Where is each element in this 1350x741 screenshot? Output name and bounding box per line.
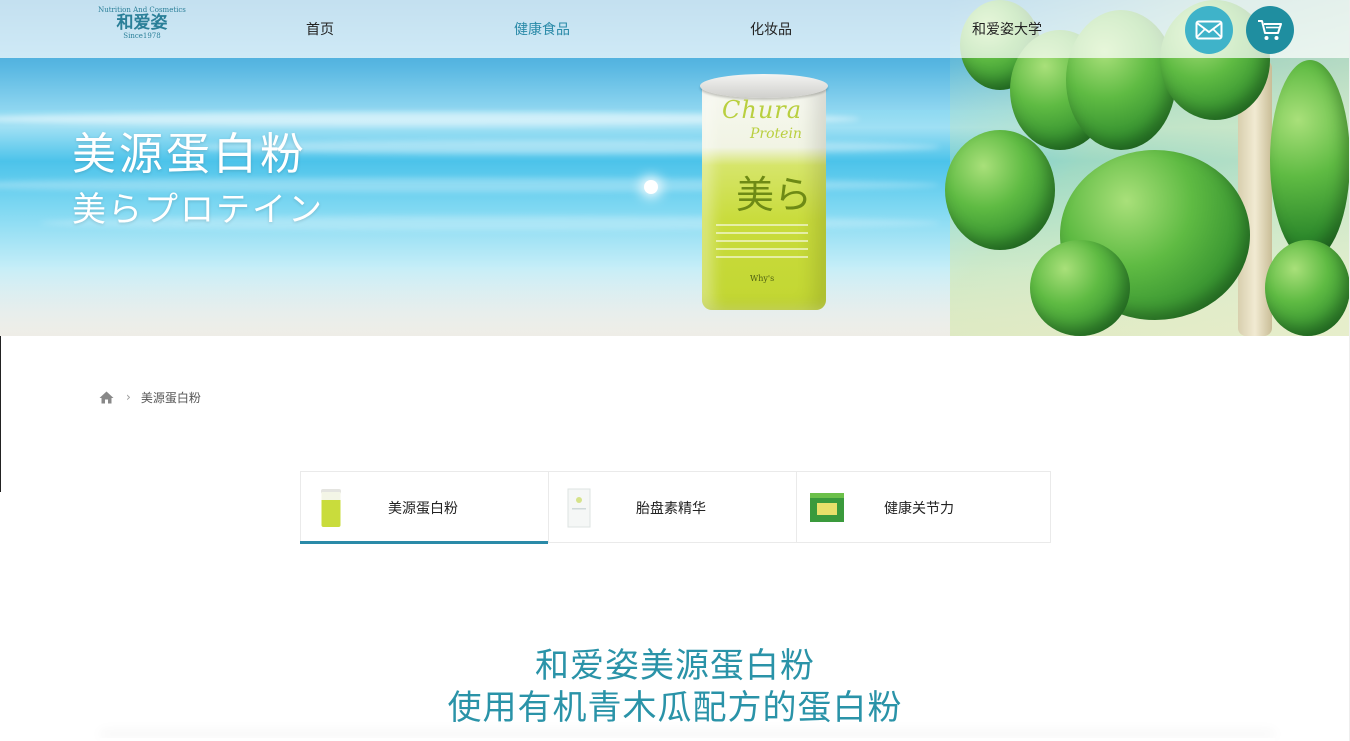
chevron-right-icon: › <box>126 390 131 404</box>
site-header: Nutrition And Cosmetics 和爱姿 Since1978 首页… <box>0 0 1350 58</box>
tab-protein[interactable]: 美源蛋白粉 <box>300 472 549 544</box>
protein-thumb-icon <box>321 489 341 527</box>
section-subheadline: 使用有机青木瓜配方的蛋白粉 <box>447 688 903 728</box>
can-script-title: Chura <box>722 96 803 124</box>
nav-item-university[interactable]: 和爱姿大学 <box>972 19 1042 39</box>
home-icon[interactable] <box>99 391 114 404</box>
nav-item-health-food[interactable]: 健康食品 <box>514 19 570 39</box>
can-script-subtitle: Protein <box>750 126 802 142</box>
can-brand: Why's <box>750 274 775 283</box>
tab-joint[interactable]: 健康关节力 <box>797 472 1050 542</box>
product-can-image: Chura Protein 美ら Why's <box>700 74 828 314</box>
site-logo[interactable]: Nutrition And Cosmetics 和爱姿 Since1978 <box>96 6 188 40</box>
can-kanji: 美ら <box>736 173 813 217</box>
logo-name: 和爱姿 <box>116 13 168 33</box>
can-text-lines <box>716 224 808 264</box>
hero-sparkle <box>644 180 658 194</box>
tab-label: 美源蛋白粉 <box>388 501 458 517</box>
breadcrumb-current: 美源蛋白粉 <box>140 390 201 405</box>
papaya-fruit <box>1270 60 1350 260</box>
mail-icon <box>1195 20 1223 40</box>
papaya-fruit <box>1030 240 1130 336</box>
tab-label: 胎盘素精华 <box>636 501 706 517</box>
mail-button[interactable] <box>1185 6 1233 54</box>
joint-thumb-icon <box>810 493 844 522</box>
placenta-thumb-icon <box>567 488 591 528</box>
papaya-fruit <box>1265 240 1350 336</box>
cart-button[interactable] <box>1246 6 1294 54</box>
can-lid <box>700 74 828 98</box>
tab-placenta[interactable]: 胎盘素精华 <box>549 472 797 542</box>
nav-item-cosmetics[interactable]: 化妆品 <box>750 19 792 39</box>
nav-item-home[interactable]: 首页 <box>306 19 334 39</box>
product-tabs: 美源蛋白粉 胎盘素精华 健康关节力 <box>300 471 1051 544</box>
breadcrumb: › 美源蛋白粉 <box>99 389 201 405</box>
tab-label: 健康关节力 <box>884 501 954 517</box>
page-edge-rule <box>0 336 1 492</box>
cart-icon <box>1258 20 1282 40</box>
hero-title: 美源蛋白粉 <box>72 129 307 180</box>
papaya-fruit <box>945 130 1055 250</box>
logo-since: Since1978 <box>123 32 161 40</box>
hero-subtitle: 美らプロテイン <box>72 190 324 230</box>
